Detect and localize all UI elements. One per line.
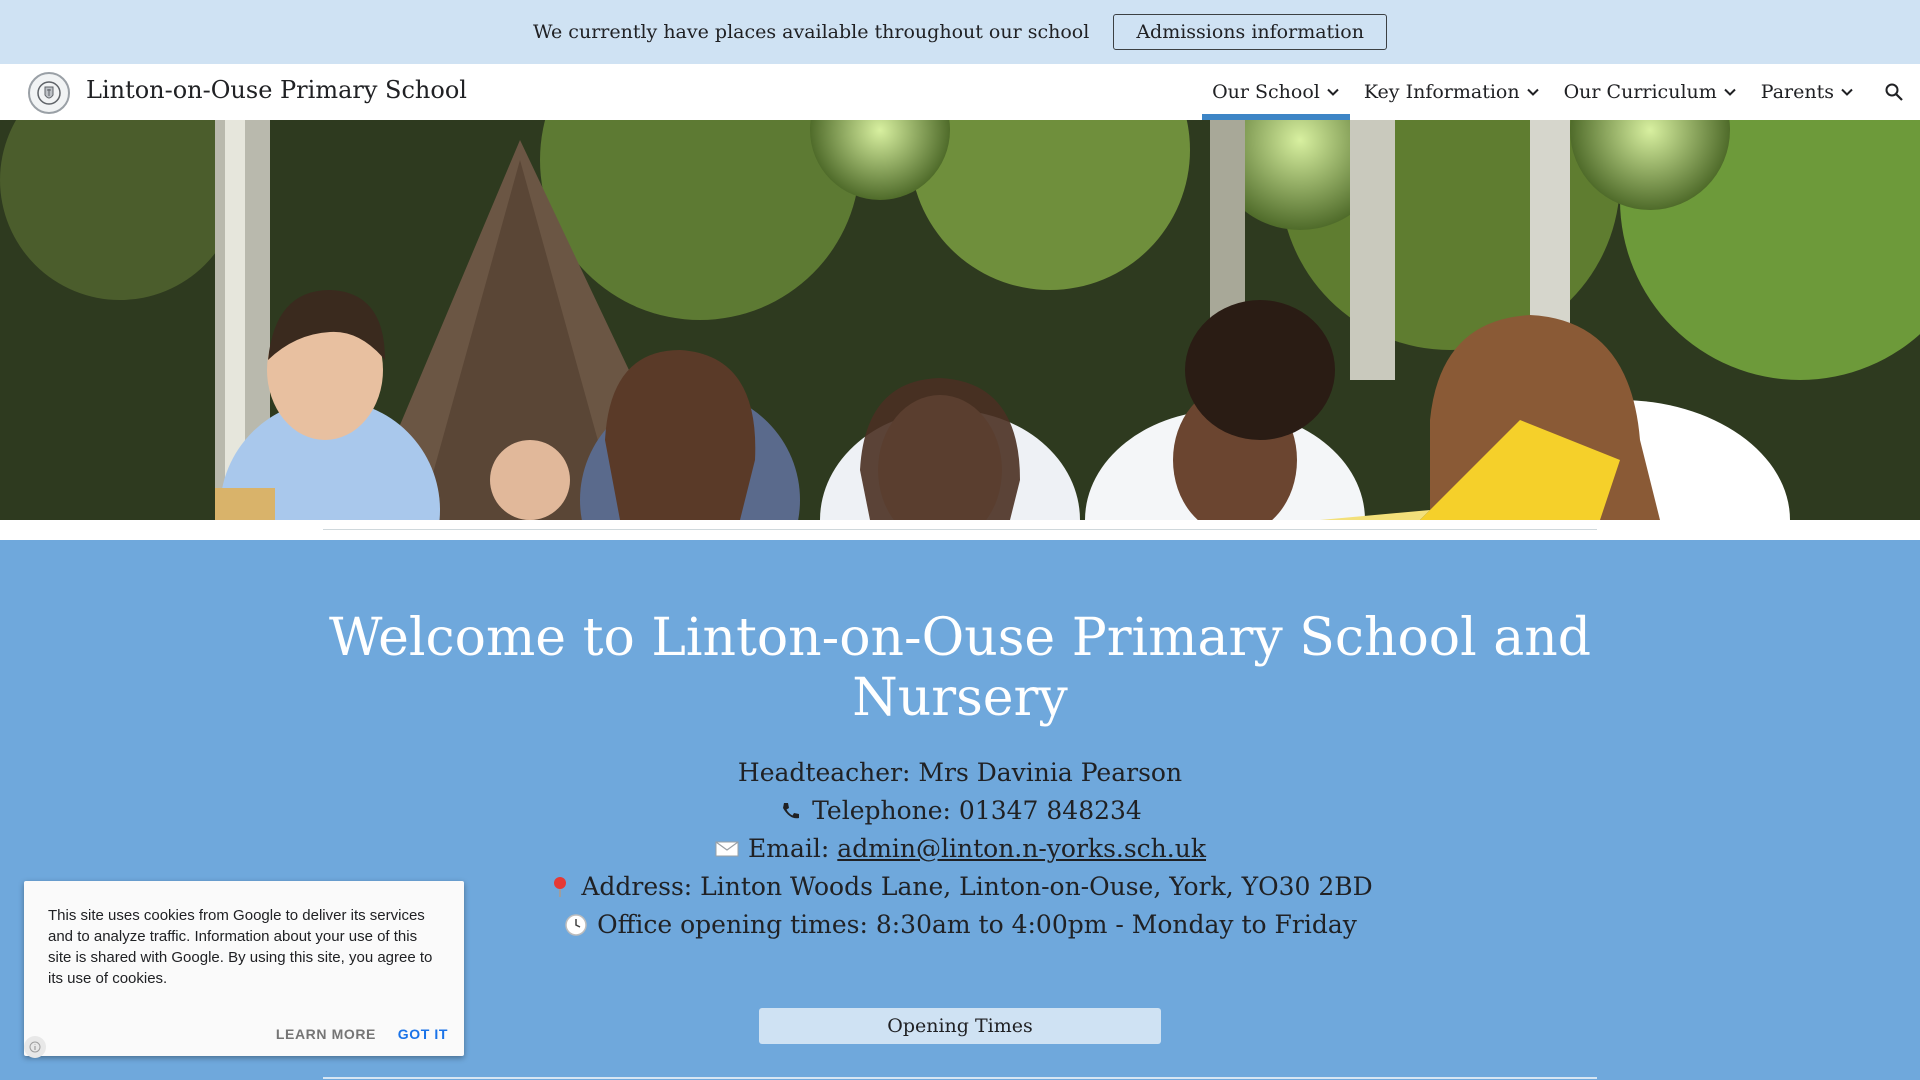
children-reading-photo [0,120,1920,520]
section-divider [323,1077,1597,1079]
office-hours-line: Office opening times: 8:30am to 4:00pm -… [320,906,1600,944]
email-line: Email: admin@linton.n-yorks.sch.uk [320,830,1600,868]
chevron-down-icon[interactable] [1840,85,1854,99]
pin-icon [547,874,573,900]
search-button[interactable] [1866,64,1920,120]
email-label: Email: [748,834,830,863]
nav-label: Key Information [1363,81,1520,103]
nav-our-curriculum[interactable]: Our Curriculum [1552,64,1749,120]
site-header: Linton-on-Ouse Primary School Our School… [0,64,1920,120]
school-logo[interactable] [28,72,70,114]
nav-label: Parents [1760,81,1834,103]
hero-image [0,120,1920,520]
announcement-text: We currently have places available throu… [533,21,1090,43]
divider-line [323,529,1597,530]
site-title[interactable]: Linton-on-Ouse Primary School [86,76,467,104]
clock-icon [563,912,589,938]
cookie-banner: This site uses cookies from Google to de… [24,881,464,1056]
office-hours-text: Office opening times: 8:30am to 4:00pm -… [597,910,1357,939]
chevron-down-icon[interactable] [1326,85,1340,99]
address-line: Address: Linton Woods Lane, Linton-on-Ou… [320,868,1600,906]
opening-times-button[interactable]: Opening Times [759,1008,1161,1044]
headteacher-text: Headteacher: Mrs Davinia Pearson [737,758,1183,787]
nav-label: Our Curriculum [1563,81,1717,103]
nav-label: Our School [1212,81,1320,103]
telephone-text: Telephone: 01347 848234 [812,796,1142,825]
site-info-button[interactable] [24,1036,46,1058]
welcome-heading: Welcome to Linton-on-Ouse Primary School… [328,608,1592,728]
nav-our-school[interactable]: Our School [1200,64,1352,120]
chevron-down-icon[interactable] [1723,85,1737,99]
nav-parents[interactable]: Parents [1749,64,1866,120]
hero-divider [0,520,1920,540]
got-it-button[interactable]: GOT IT [398,1026,448,1042]
search-icon [1885,83,1903,101]
chevron-down-icon[interactable] [1526,85,1540,99]
announcement-bar: We currently have places available throu… [0,0,1920,64]
nav-key-information[interactable]: Key Information [1352,64,1552,120]
contact-info: Headteacher: Mrs Davinia Pearson Telepho… [320,754,1600,944]
school-crest-icon [37,81,61,105]
email-link[interactable]: admin@linton.n-yorks.sch.uk [837,830,1206,868]
cookie-notice-text: This site uses cookies from Google to de… [48,907,433,987]
telephone-line: Telephone: 01347 848234 [320,792,1600,830]
info-icon [29,1041,41,1053]
learn-more-button[interactable]: LEARN MORE [276,1026,376,1042]
telephone-icon [778,798,804,824]
admissions-information-button[interactable]: Admissions information [1113,14,1387,50]
main-navigation: Our School Key Information Our Curriculu… [1200,64,1920,120]
envelope-icon [714,836,740,862]
address-text: Address: Linton Woods Lane, Linton-on-Ou… [581,872,1373,901]
headteacher-line: Headteacher: Mrs Davinia Pearson [320,754,1600,792]
